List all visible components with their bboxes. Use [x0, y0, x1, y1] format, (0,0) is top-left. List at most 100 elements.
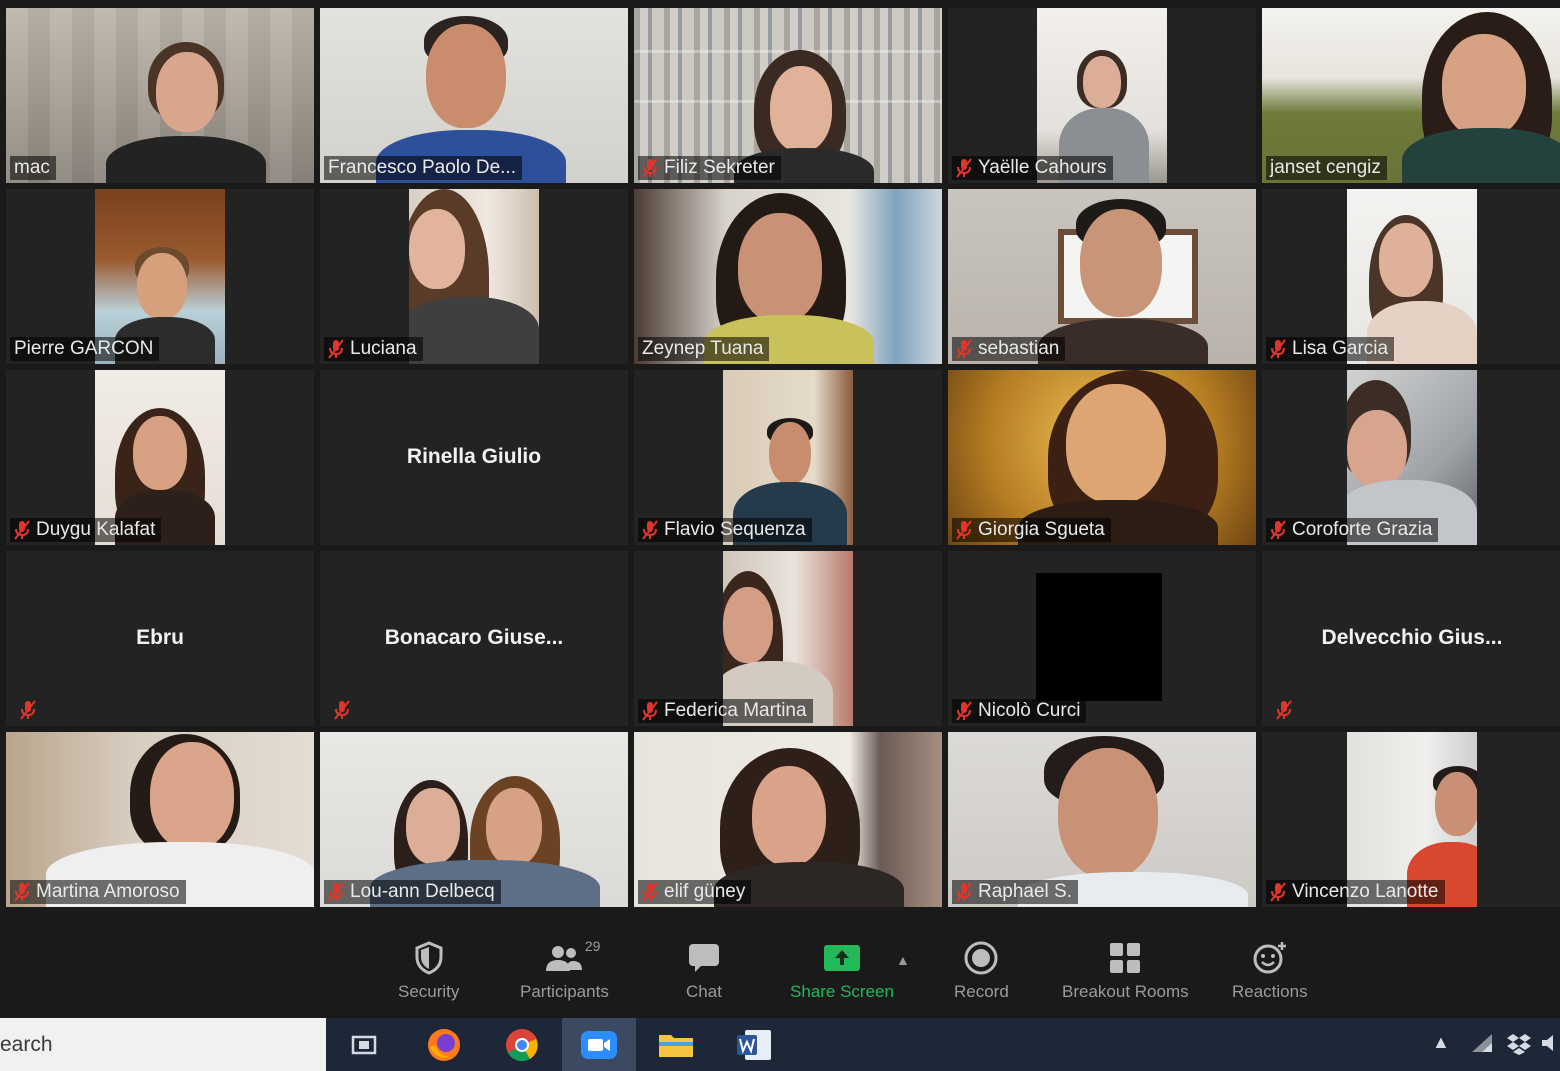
- participant-name-centered: Bonacaro Giuse...: [384, 625, 564, 649]
- dropbox-icon[interactable]: [1506, 1032, 1532, 1061]
- participant-name-tag: Vincenzo Lanotte: [1266, 880, 1445, 904]
- participant-name-tag: Zeynep Tuana: [638, 337, 770, 361]
- video-tile-active-speaker[interactable]: Francesco Paolo De...: [320, 8, 628, 183]
- meeting-controls-toolbar: Security 29 Participants Chat Share Scre…: [0, 912, 1560, 1018]
- chat-button[interactable]: Chat: [684, 940, 724, 1002]
- chrome-icon[interactable]: [502, 1026, 542, 1064]
- participant-name-tag: Raphael S.: [952, 880, 1079, 904]
- video-tile[interactable]: Martina Amoroso: [6, 732, 314, 907]
- share-screen-button[interactable]: Share Screen: [790, 940, 894, 1002]
- video-tile-video-off[interactable]: Rinella Giulio: [320, 370, 628, 545]
- mic-muted-icon: [642, 701, 658, 721]
- shield-icon: [409, 940, 449, 976]
- mic-muted-icon: [328, 339, 344, 359]
- video-tile[interactable]: Luciana: [320, 189, 628, 364]
- video-tile[interactable]: Pierre GARCON: [6, 189, 314, 364]
- video-tile[interactable]: Giorgia Sgueta: [948, 370, 1256, 545]
- mic-muted-icon: [334, 700, 350, 720]
- video-tile-video-off[interactable]: Ebru: [6, 551, 314, 726]
- mic-muted-icon: [1270, 520, 1286, 540]
- mic-muted-icon: [14, 520, 30, 540]
- video-tile[interactable]: Nicolò Curci: [948, 551, 1256, 726]
- zoom-icon[interactable]: [562, 1018, 636, 1071]
- participant-name-tag: Yaëlle Cahours: [952, 156, 1113, 180]
- video-tile[interactable]: elif güney: [634, 732, 942, 907]
- taskbar-search-input[interactable]: earch: [0, 1018, 326, 1071]
- mic-muted-icon: [956, 158, 972, 178]
- mic-muted-icon: [14, 882, 30, 902]
- video-tile-video-off[interactable]: Bonacaro Giuse...: [320, 551, 628, 726]
- participant-name-tag: Federica Martina: [638, 699, 813, 723]
- participant-name-tag: Francesco Paolo De...: [324, 156, 522, 180]
- share-options-chevron-up-icon[interactable]: ▲: [896, 952, 910, 968]
- video-tile[interactable]: Lisa Garcia: [1262, 189, 1560, 364]
- video-tile[interactable]: Zeynep Tuana: [634, 189, 942, 364]
- participants-button[interactable]: 29 Participants: [520, 938, 609, 1002]
- participant-name-tag: Filiz Sekreter: [638, 156, 781, 180]
- video-tile[interactable]: Lou-ann Delbecq: [320, 732, 628, 907]
- mic-muted-icon: [1270, 882, 1286, 902]
- mic-muted-icon: [956, 701, 972, 721]
- participant-name-tag: mac: [10, 156, 56, 180]
- share-screen-icon: [822, 940, 862, 976]
- participant-name-tag: Lisa Garcia: [1266, 337, 1395, 361]
- participants-icon: 29: [544, 938, 600, 976]
- mic-muted-icon: [1270, 339, 1286, 359]
- record-button[interactable]: Record: [954, 940, 1009, 1002]
- video-tile[interactable]: Vincenzo Lanotte: [1262, 732, 1560, 907]
- participant-video: [409, 189, 539, 364]
- mic-muted-icon: [20, 700, 36, 720]
- mic-muted-icon: [642, 882, 658, 902]
- chat-icon: [684, 940, 724, 976]
- participant-name-tag: elif güney: [638, 880, 752, 904]
- participant-name-tag: Giorgia Sgueta: [952, 518, 1111, 542]
- record-icon: [961, 940, 1001, 976]
- video-tile[interactable]: Coroforte Grazia: [1262, 370, 1560, 545]
- participant-name-tag: Coroforte Grazia: [1266, 518, 1439, 542]
- task-view-icon[interactable]: [344, 1026, 384, 1064]
- mic-muted-icon: [1276, 700, 1292, 720]
- network-icon[interactable]: [1470, 1032, 1494, 1059]
- mic-muted-icon: [956, 339, 972, 359]
- video-tile[interactable]: janset cengiz: [1262, 8, 1560, 183]
- participant-name-tag: janset cengiz: [1266, 156, 1387, 180]
- file-explorer-icon[interactable]: [656, 1026, 696, 1064]
- mic-muted-icon: [956, 882, 972, 902]
- participant-name-tag: Flavio Sequenza: [638, 518, 812, 542]
- video-tile[interactable]: Yaëlle Cahours: [948, 8, 1256, 183]
- mic-muted-icon: [642, 520, 658, 540]
- video-gallery: mac Francesco Paolo De... Filiz Sekreter: [0, 0, 1560, 912]
- participant-name-tag: Martina Amoroso: [10, 880, 186, 904]
- word-icon[interactable]: [734, 1026, 774, 1064]
- reactions-smiley-icon: [1250, 940, 1290, 976]
- participant-name-tag: sebastian: [952, 337, 1066, 361]
- video-tile[interactable]: sebastian: [948, 189, 1256, 364]
- video-tile-video-off[interactable]: Delvecchio Gius...: [1262, 551, 1560, 726]
- video-tile[interactable]: Duygu Kalafat: [6, 370, 314, 545]
- video-tile[interactable]: mac: [6, 8, 314, 183]
- firefox-icon[interactable]: [424, 1026, 464, 1064]
- video-tile[interactable]: Flavio Sequenza: [634, 370, 942, 545]
- participants-count: 29: [584, 938, 601, 954]
- video-tile[interactable]: Raphael S.: [948, 732, 1256, 907]
- security-button[interactable]: Security: [398, 940, 459, 1002]
- mic-muted-icon: [642, 158, 658, 178]
- participant-name-tag: Nicolò Curci: [952, 699, 1087, 723]
- participant-name-tag: Luciana: [324, 337, 423, 361]
- video-tile[interactable]: Federica Martina: [634, 551, 942, 726]
- participant-name-tag: Lou-ann Delbecq: [324, 880, 501, 904]
- windows-taskbar: earch ▲: [0, 1018, 1560, 1071]
- breakout-rooms-icon: [1105, 940, 1145, 976]
- participant-name-centered: Ebru: [136, 625, 184, 649]
- participant-video-black: [1036, 573, 1162, 701]
- participant-name-centered: Delvecchio Gius...: [1321, 625, 1503, 649]
- mic-muted-icon: [328, 882, 344, 902]
- speaker-icon[interactable]: [1540, 1032, 1560, 1059]
- breakout-rooms-button[interactable]: Breakout Rooms: [1062, 940, 1189, 1002]
- participant-name-tag: Duygu Kalafat: [10, 518, 162, 542]
- show-hidden-icons-chevron-up-icon[interactable]: ▲: [1432, 1032, 1450, 1053]
- video-tile[interactable]: Filiz Sekreter: [634, 8, 942, 183]
- reactions-button[interactable]: Reactions: [1232, 940, 1308, 1002]
- participant-name-tag: Pierre GARCON: [10, 337, 160, 361]
- mic-muted-icon: [956, 520, 972, 540]
